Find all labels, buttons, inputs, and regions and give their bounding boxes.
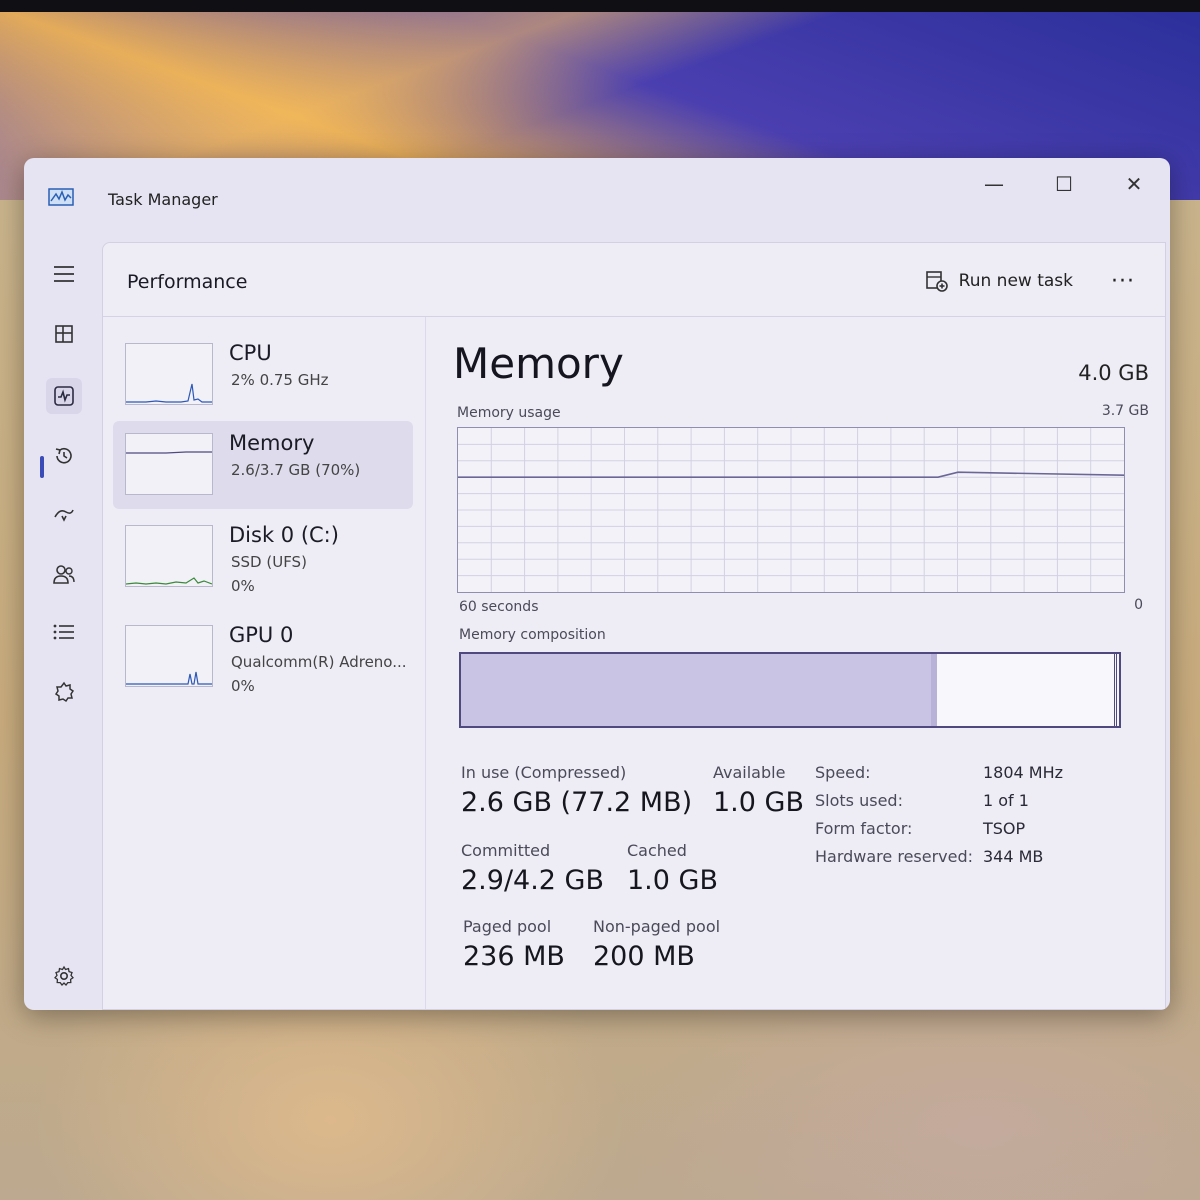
nav-services[interactable] — [46, 674, 82, 710]
memory-composition-label: Memory composition — [459, 627, 606, 643]
memory-usage-label: Memory usage — [457, 405, 561, 421]
memory-usage-max: 3.7 GB — [1101, 403, 1149, 419]
page-title: Performance — [127, 271, 248, 293]
slots-used-label: Slots used: — [815, 791, 903, 810]
non-paged-pool-label: Non-paged pool — [593, 917, 721, 936]
resource-item-cpu[interactable]: CPU 2% 0.75 GHz — [113, 331, 413, 419]
task-manager-window: Task Manager — ☐ ✕ Performance Run new t… — [24, 158, 1170, 1010]
paged-pool-label: Paged pool — [463, 917, 552, 936]
cached-value: 1.0 GB — [627, 865, 718, 896]
memory-composition-bar[interactable] — [459, 652, 1121, 728]
nav-startup-apps[interactable] — [46, 496, 82, 532]
resource-name: Memory — [229, 431, 315, 455]
disk-thumbnail-graph — [125, 525, 213, 587]
form-factor-value: TSOP — [983, 819, 1026, 838]
close-button[interactable]: ✕ — [1104, 164, 1164, 204]
gpu-thumbnail-graph — [125, 625, 213, 687]
task-manager-app-icon — [48, 188, 74, 206]
cached-label: Cached — [627, 841, 687, 860]
available-label: Available — [713, 763, 786, 782]
startup-apps-icon — [54, 509, 74, 522]
resource-name: CPU — [229, 341, 272, 365]
in-use-value: 2.6 GB (77.2 MB) — [461, 787, 693, 818]
memory-thumbnail-graph — [125, 433, 213, 495]
resource-usage: 0% — [231, 577, 255, 595]
available-value: 1.0 GB — [713, 787, 804, 818]
cpu-thumbnail-graph — [125, 343, 213, 405]
resource-item-gpu[interactable]: GPU 0 Qualcomm(R) Adreno... 0% — [113, 613, 413, 701]
navigation-sidebar — [24, 228, 100, 1010]
performance-resource-list: CPU 2% 0.75 GHz Memory 2.6/3.7 GB (70%) … — [103, 317, 426, 1009]
run-new-task-icon — [925, 271, 948, 292]
nav-details[interactable] — [46, 614, 82, 650]
resource-type: SSD (UFS) — [231, 553, 307, 571]
slots-used-value: 1 of 1 — [983, 791, 1029, 810]
committed-value: 2.9/4.2 GB — [461, 865, 605, 896]
close-icon: ✕ — [1125, 172, 1143, 196]
minimize-icon: — — [984, 172, 1004, 196]
active-nav-indicator — [40, 456, 44, 478]
non-paged-pool-value: 200 MB — [593, 941, 695, 972]
resource-item-memory[interactable]: Memory 2.6/3.7 GB (70%) — [113, 421, 413, 509]
memory-total: 4.0 GB — [1078, 361, 1149, 385]
maximize-button[interactable]: ☐ — [1034, 164, 1094, 204]
performance-page: Performance Run new task ··· CPU 2% 0.75… — [102, 242, 1166, 1010]
run-new-task-button[interactable]: Run new task — [925, 263, 1073, 299]
graph-time-end: 0 — [1134, 597, 1143, 613]
nav-users[interactable] — [46, 556, 82, 592]
services-icon — [54, 681, 75, 703]
committed-label: Committed — [461, 841, 551, 860]
nav-performance[interactable] — [46, 378, 82, 414]
hardware-reserved-value: 344 MB — [983, 847, 1044, 866]
graph-time-start: 60 seconds — [459, 599, 539, 615]
title-bar[interactable]: Task Manager — ☐ ✕ — [24, 158, 1170, 228]
memory-detail-panel: Memory 4.0 GB Memory usage 3.7 GB 60 sec… — [433, 317, 1165, 1009]
speed-value: 1804 MHz — [983, 763, 1064, 782]
users-icon — [53, 565, 75, 584]
performance-icon — [54, 386, 74, 406]
resource-usage: 2.6/3.7 GB (70%) — [231, 461, 361, 479]
processes-icon — [55, 325, 73, 343]
composition-in-use[interactable] — [461, 654, 934, 726]
hardware-reserved-label: Hardware reserved: — [815, 847, 974, 866]
resource-usage: 0% — [231, 677, 255, 695]
maximize-icon: ☐ — [1055, 172, 1073, 196]
paged-pool-value: 236 MB — [463, 941, 565, 972]
window-title: Task Manager — [108, 190, 218, 209]
settings-icon — [54, 965, 74, 986]
form-factor-label: Form factor: — [815, 819, 913, 838]
nav-app-history[interactable] — [46, 438, 82, 474]
hamburger-menu-icon — [54, 266, 74, 282]
nav-settings[interactable] — [46, 958, 82, 994]
memory-title: Memory — [453, 339, 624, 388]
speed-label: Speed: — [815, 763, 871, 782]
app-history-icon — [55, 447, 72, 464]
monitor-bezel — [0, 0, 1200, 12]
resource-type: Qualcomm(R) Adreno... — [231, 653, 407, 671]
run-new-task-label: Run new task — [958, 271, 1073, 291]
resource-item-disk[interactable]: Disk 0 (C:) SSD (UFS) 0% — [113, 513, 413, 601]
nav-processes[interactable] — [46, 316, 82, 352]
memory-usage-graph — [457, 427, 1125, 593]
details-icon — [53, 624, 74, 640]
more-options-button[interactable]: ··· — [1103, 263, 1143, 299]
resource-name: Disk 0 (C:) — [229, 523, 339, 547]
nav-hamburger-button[interactable] — [46, 256, 82, 292]
in-use-label: In use (Compressed) — [461, 763, 627, 782]
composition-free[interactable] — [936, 654, 1118, 726]
resource-usage: 2% 0.75 GHz — [231, 371, 329, 389]
minimize-button[interactable]: — — [964, 164, 1024, 204]
resource-name: GPU 0 — [229, 623, 294, 647]
